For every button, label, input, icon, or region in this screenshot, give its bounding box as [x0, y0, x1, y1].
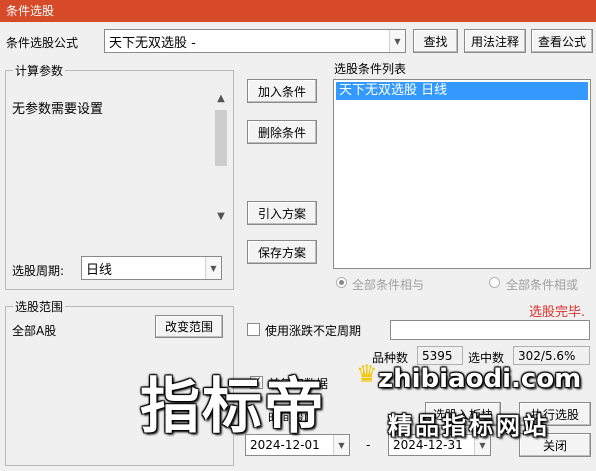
radio-and[interactable]	[336, 277, 347, 288]
import-scheme-button[interactable]: 引入方案	[247, 201, 317, 225]
title-bar: 条件选股	[0, 0, 596, 22]
period-select-value: 日线	[86, 262, 113, 278]
chevron-up-icon[interactable]: ▲	[214, 92, 228, 106]
range-value: 全部A股	[12, 324, 57, 338]
formula-select[interactable]: 天下无双选股 - ▼	[104, 29, 406, 53]
use-period-label: 使用涨跌不定周期	[265, 324, 362, 338]
selected-value-box: 302/5.6%	[513, 346, 590, 365]
list-item[interactable]: 天下无双选股 日线	[336, 82, 588, 100]
params-message: 无参数需要设置	[12, 102, 104, 117]
chevron-down-icon[interactable]: ▼	[333, 435, 349, 455]
radio-or-label: 全部条件相或	[506, 278, 579, 292]
view-formula-button[interactable]: 查看公式	[531, 29, 593, 53]
chevron-down-icon[interactable]: ▼	[389, 30, 405, 52]
date-separator: -	[366, 438, 371, 452]
conditions-list[interactable]: 天下无双选股 日线	[333, 79, 591, 269]
count-value-box: 5395	[417, 346, 463, 365]
use-period-input[interactable]	[390, 320, 590, 340]
radio-or[interactable]	[489, 277, 500, 288]
change-range-button[interactable]: 改变范围	[155, 315, 223, 338]
save-scheme-button[interactable]: 保存方案	[247, 240, 317, 264]
use-period-checkbox[interactable]	[247, 323, 260, 336]
status-text: 选股完毕.	[529, 305, 586, 320]
watermark-main: 指标帝	[140, 372, 326, 442]
delete-condition-button[interactable]: 删除条件	[247, 120, 317, 144]
range-group-title: 选股范围	[13, 298, 66, 315]
count-value: 5395	[422, 348, 453, 363]
usage-notes-button[interactable]: 用法注释	[464, 29, 526, 53]
formula-select-value: 天下无双选股 -	[109, 35, 196, 51]
scrollbar-thumb[interactable]	[215, 110, 227, 166]
chevron-down-icon[interactable]: ▼	[214, 210, 228, 224]
radio-and-label: 全部条件相与	[352, 278, 425, 292]
add-condition-button[interactable]: 加入条件	[247, 79, 317, 103]
find-button[interactable]: 查找	[413, 29, 458, 53]
params-group-title: 计算参数	[13, 62, 66, 79]
watermark-sub: 精品指标网站	[388, 412, 550, 440]
watermark-domain: zhibiaodi.com	[378, 364, 582, 394]
period-select[interactable]: 日线 ▼	[81, 256, 222, 280]
crown-icon: ♛	[356, 360, 378, 388]
period-label: 选股周期:	[12, 264, 65, 278]
conditions-title: 选股条件列表	[334, 62, 407, 76]
formula-label: 条件选股公式	[6, 36, 79, 50]
chevron-down-icon[interactable]: ▼	[205, 257, 221, 279]
window-title: 条件选股	[6, 4, 55, 18]
selected-value: 302/5.6%	[518, 348, 576, 363]
params-scrollbar[interactable]: ▲ ▼	[214, 92, 228, 224]
